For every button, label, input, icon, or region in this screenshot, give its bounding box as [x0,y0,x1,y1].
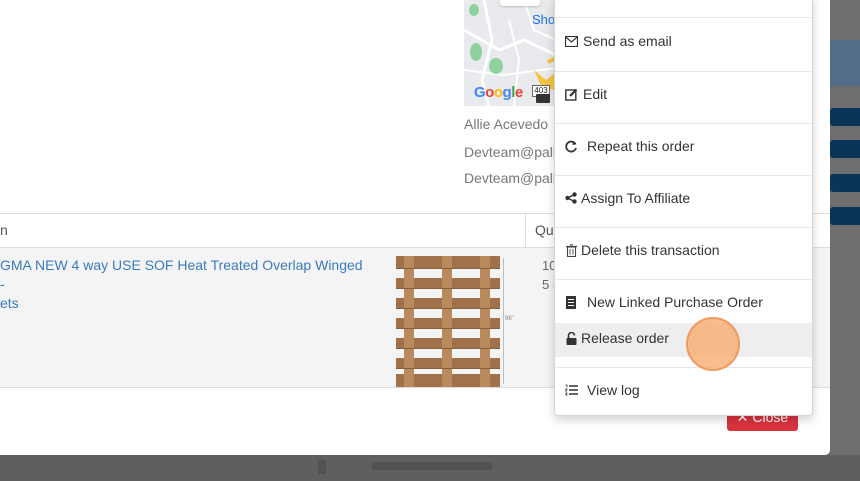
menu-item-label: Repeat this order [587,138,695,154]
menu-item-label: View log [587,382,640,398]
menu-item-label: Edit [583,86,608,102]
menu-item-delete-transaction[interactable]: Delete this transaction [563,242,820,258]
keyboard-shortcuts-icon[interactable] [536,94,550,103]
actions-dropdown-menu: Send as email Edit Repeat this order Ass… [554,0,813,416]
menu-divider [555,71,812,72]
redo-icon [563,140,579,153]
menu-divider [555,17,812,18]
pallet-image [394,256,500,388]
menu-item-view-log[interactable]: View log [563,382,820,398]
menu-item-label: Send as email [583,33,672,49]
product-name-link[interactable]: GMA NEW 4 way USE SOF Heat Treated Overl… [0,256,370,313]
menu-item-label: Release order [581,330,669,346]
background-button [830,174,860,192]
menu-item-label: New Linked Purchase Order [587,294,763,310]
menu-item-assign-affiliate[interactable]: Assign To Affiliate [563,190,820,206]
menu-item-label: Assign To Affiliate [581,190,691,206]
menu-divider [555,175,812,176]
background-button [830,207,860,225]
map-place-label: Sho [532,12,556,27]
list-icon [563,384,579,396]
map-place-card [500,0,540,6]
share-icon [563,192,579,204]
location-map[interactable]: Sho Google 403 [464,0,556,106]
contact-email[interactable]: Devteam@palle [464,170,564,186]
background-text-blur [372,462,492,470]
menu-item-send-email[interactable]: Send as email [563,33,820,49]
column-divider [525,214,526,248]
contact-name: Allie Acevedo [464,116,549,132]
menu-item-new-linked-po[interactable]: New Linked Purchase Order [563,294,820,310]
menu-divider [555,367,812,368]
menu-divider [555,123,812,124]
menu-item-edit[interactable]: Edit [563,86,820,102]
document-icon [563,295,579,309]
contact-email[interactable]: Devteam@palle [464,144,564,160]
click-indicator [686,317,740,371]
edit-icon [563,88,579,101]
background-button [830,140,860,158]
google-logo: Google [474,84,523,101]
unlock-icon [563,331,579,345]
menu-divider [555,279,812,280]
column-header: n [0,222,8,238]
menu-item-label: Delete this transaction [581,242,720,258]
trash-icon [563,243,579,257]
dimension-line [503,258,504,384]
dimension-label: 96" [505,316,514,322]
menu-item-repeat-order[interactable]: Repeat this order [563,138,820,154]
menu-divider [555,227,812,228]
background-button [830,108,860,126]
envelope-icon [563,35,579,47]
background-text-blur [318,460,326,474]
